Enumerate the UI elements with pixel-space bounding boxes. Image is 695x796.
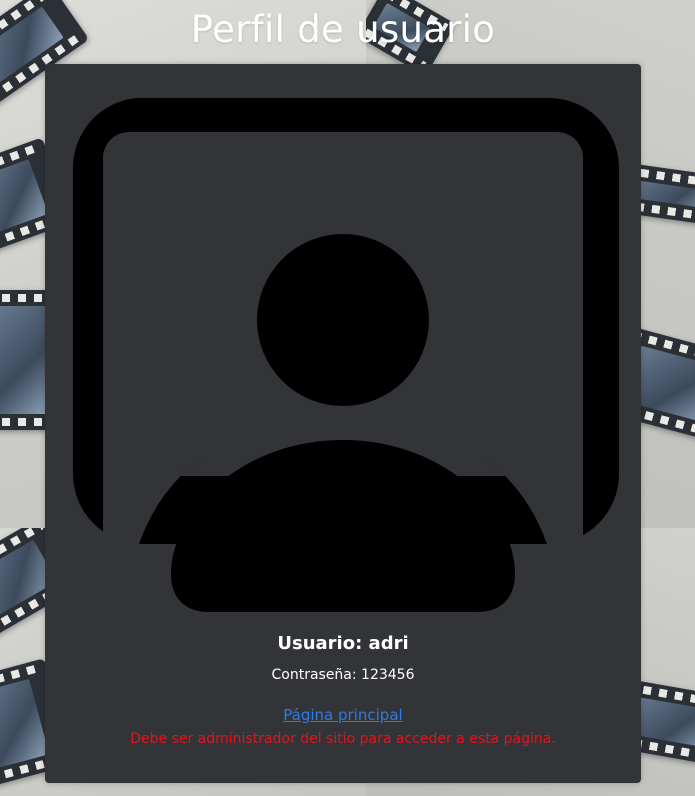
home-page-link[interactable]: Página principal bbox=[283, 706, 402, 724]
account-box-icon bbox=[72, 98, 619, 612]
page-title: Perfil de usuario bbox=[190, 8, 496, 51]
username-label: Usuario: adri bbox=[277, 633, 409, 654]
home-link-container: Página principal bbox=[45, 706, 641, 724]
admin-required-message: Debe ser administrador del sitio para ac… bbox=[130, 731, 556, 747]
password-label: Contraseña: 123456 bbox=[271, 667, 415, 683]
profile-card: Usuario: adri Contraseña: 123456 Página … bbox=[45, 64, 641, 783]
